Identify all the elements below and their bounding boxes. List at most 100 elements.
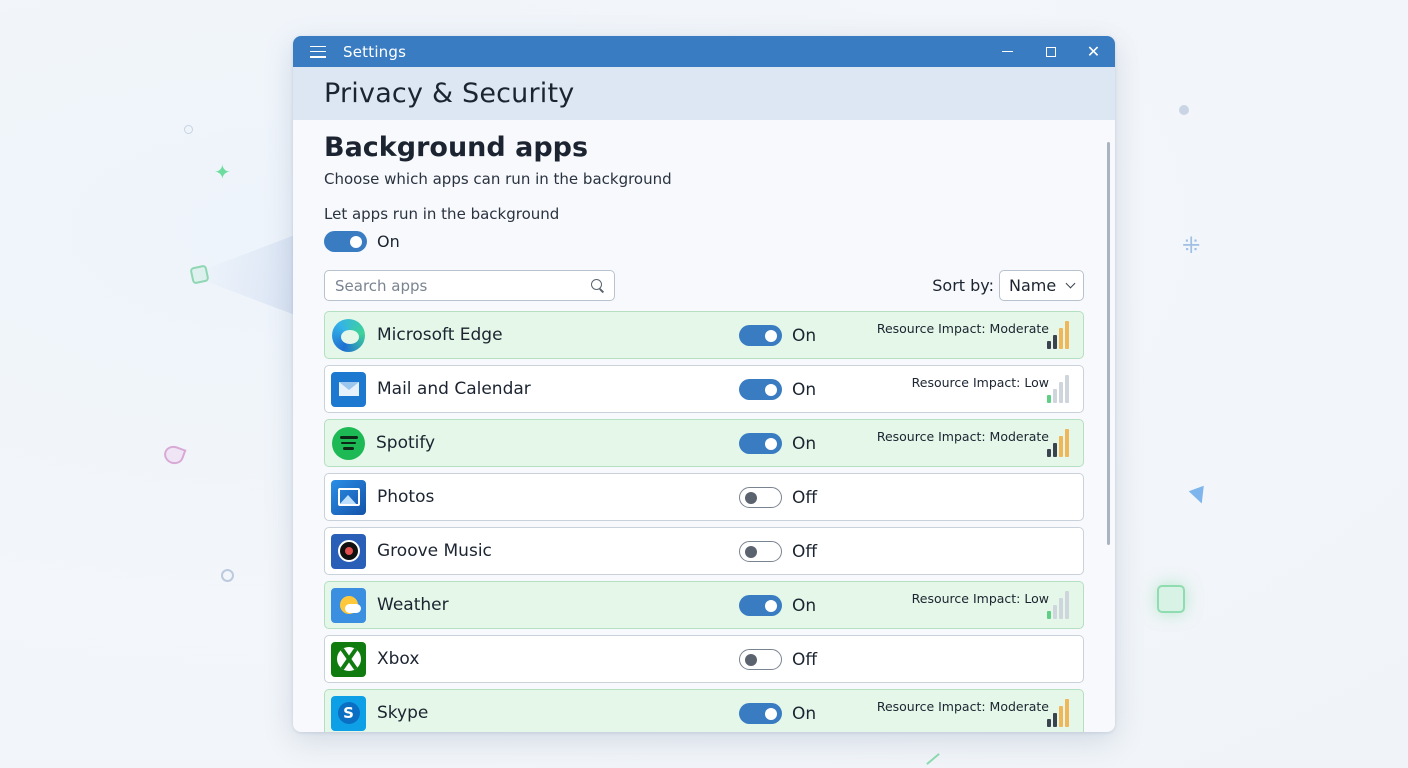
- signal-bar: [1065, 591, 1069, 619]
- signal-bar: [1065, 429, 1069, 457]
- master-toggle-label: Let apps run in the background: [324, 205, 560, 223]
- app-toggle-state: On: [792, 433, 817, 454]
- chevron-down-icon: [1065, 278, 1076, 289]
- signal-bar: [1053, 713, 1057, 727]
- app-toggle-group: Off: [739, 487, 817, 508]
- groove-music-icon: [331, 533, 366, 569]
- edge-icon: [331, 318, 366, 353]
- app-row: Weather On Resource Impact: Low: [324, 581, 1084, 629]
- section-subtitle: Choose which apps can run in the backgro…: [324, 170, 672, 188]
- signal-bar: [1047, 611, 1051, 619]
- signal-bar: [1059, 382, 1063, 403]
- decorative-triangle: [1188, 485, 1210, 507]
- search-input[interactable]: [335, 276, 591, 295]
- sort-label: Sort by:: [932, 276, 994, 295]
- minimize-icon: [1002, 50, 1013, 53]
- settings-window: Settings ✕ Privacy & Security Background…: [293, 36, 1115, 732]
- toggle-knob: [745, 545, 757, 558]
- window-title: Settings: [343, 42, 407, 61]
- toggle-knob: [765, 707, 777, 720]
- signal-bar: [1059, 436, 1063, 457]
- window-controls: ✕: [986, 36, 1115, 67]
- weather-icon: [331, 587, 366, 623]
- list-controls: Sort by: Name: [324, 270, 1084, 301]
- app-toggle-switch[interactable]: [739, 433, 782, 454]
- resource-impact-label: Resource Impact: Moderate: [876, 699, 1049, 714]
- signal-bar: [1053, 605, 1057, 619]
- decorative-line: [926, 753, 940, 765]
- app-row: Photos Off: [324, 473, 1084, 521]
- app-toggle-group: On: [739, 595, 816, 616]
- search-icon[interactable]: [591, 279, 604, 292]
- app-list: Microsoft Edge On Resource Impact: Moder…: [324, 311, 1084, 732]
- decorative-leaf: [161, 443, 187, 467]
- signal-bar: [1053, 443, 1057, 457]
- title-bar: Settings ✕: [293, 36, 1115, 67]
- decorative-square: [1157, 585, 1185, 613]
- minimize-button[interactable]: [986, 36, 1029, 67]
- app-toggle-state: On: [792, 325, 817, 346]
- signal-bar: [1047, 449, 1051, 457]
- signal-bars-icon: [1047, 591, 1073, 619]
- hamburger-menu-icon[interactable]: [308, 45, 328, 59]
- app-toggle-group: Off: [739, 649, 817, 670]
- signal-bars-icon: [1047, 645, 1073, 673]
- app-name: Photos: [377, 487, 435, 507]
- app-name: Groove Music: [377, 541, 492, 561]
- signal-bar: [1065, 699, 1069, 727]
- app-toggle-state: Off: [792, 649, 818, 670]
- app-toggle-switch[interactable]: [739, 595, 782, 616]
- app-name: Skype: [377, 703, 429, 723]
- photos-icon: [331, 479, 366, 515]
- resource-impact-label: Resource Impact: Moderate: [876, 321, 1049, 336]
- app-name: Xbox: [377, 649, 420, 669]
- app-name: Spotify: [376, 433, 436, 453]
- decorative-ring: [184, 125, 193, 134]
- toggle-knob: [765, 599, 777, 612]
- app-toggle-switch[interactable]: [739, 325, 782, 346]
- toggle-knob: [745, 653, 757, 666]
- app-toggle-switch[interactable]: [739, 649, 782, 670]
- sort-value: Name: [1009, 276, 1057, 295]
- signal-bar: [1065, 375, 1069, 403]
- sparkle-icon: ✦: [214, 160, 231, 184]
- signal-bars-icon: [1047, 321, 1073, 349]
- maximize-icon: [1045, 46, 1056, 57]
- skype-icon: S: [331, 695, 366, 731]
- resource-impact-label: Resource Impact: Moderate: [876, 429, 1049, 444]
- toggle-knob: [765, 383, 777, 396]
- signal-bar: [1053, 335, 1057, 349]
- decorative-beam: [200, 235, 295, 315]
- toggle-knob: [350, 235, 362, 248]
- page-title: Privacy & Security: [324, 78, 575, 109]
- app-toggle-state: Off: [792, 487, 818, 508]
- master-toggle-switch[interactable]: [324, 231, 367, 252]
- spotify-icon: [332, 426, 365, 460]
- maximize-button[interactable]: [1029, 36, 1072, 67]
- app-toggle-group: Off: [739, 541, 817, 562]
- app-toggle-switch[interactable]: [739, 487, 782, 508]
- close-button[interactable]: ✕: [1072, 36, 1115, 67]
- app-name: Microsoft Edge: [377, 325, 503, 345]
- app-toggle-switch[interactable]: [739, 703, 782, 724]
- app-toggle-switch[interactable]: [739, 379, 782, 400]
- app-toggle-state: Off: [792, 541, 818, 562]
- main-content: Background apps Choose which apps can ru…: [293, 120, 1115, 732]
- signal-bar: [1059, 328, 1063, 349]
- app-toggle-state: On: [792, 595, 817, 616]
- signal-bars-icon: [1047, 375, 1073, 403]
- crosshair-icon: ⁜: [1182, 234, 1201, 259]
- signal-bars-icon: [1047, 699, 1073, 727]
- app-toggle-state: On: [792, 379, 817, 400]
- sort-dropdown[interactable]: Name: [999, 270, 1084, 301]
- vertical-scrollbar[interactable]: [1107, 142, 1110, 545]
- app-row: S Skype On Resource Impact: Moderate: [324, 689, 1084, 732]
- section-title: Background apps: [324, 132, 589, 163]
- signal-bar: [1047, 395, 1051, 403]
- search-box[interactable]: [324, 270, 615, 301]
- app-row: Xbox Off: [324, 635, 1084, 683]
- app-toggle-switch[interactable]: [739, 541, 782, 562]
- app-toggle-group: On: [739, 703, 816, 724]
- toggle-knob: [765, 437, 777, 450]
- toggle-knob: [745, 491, 757, 504]
